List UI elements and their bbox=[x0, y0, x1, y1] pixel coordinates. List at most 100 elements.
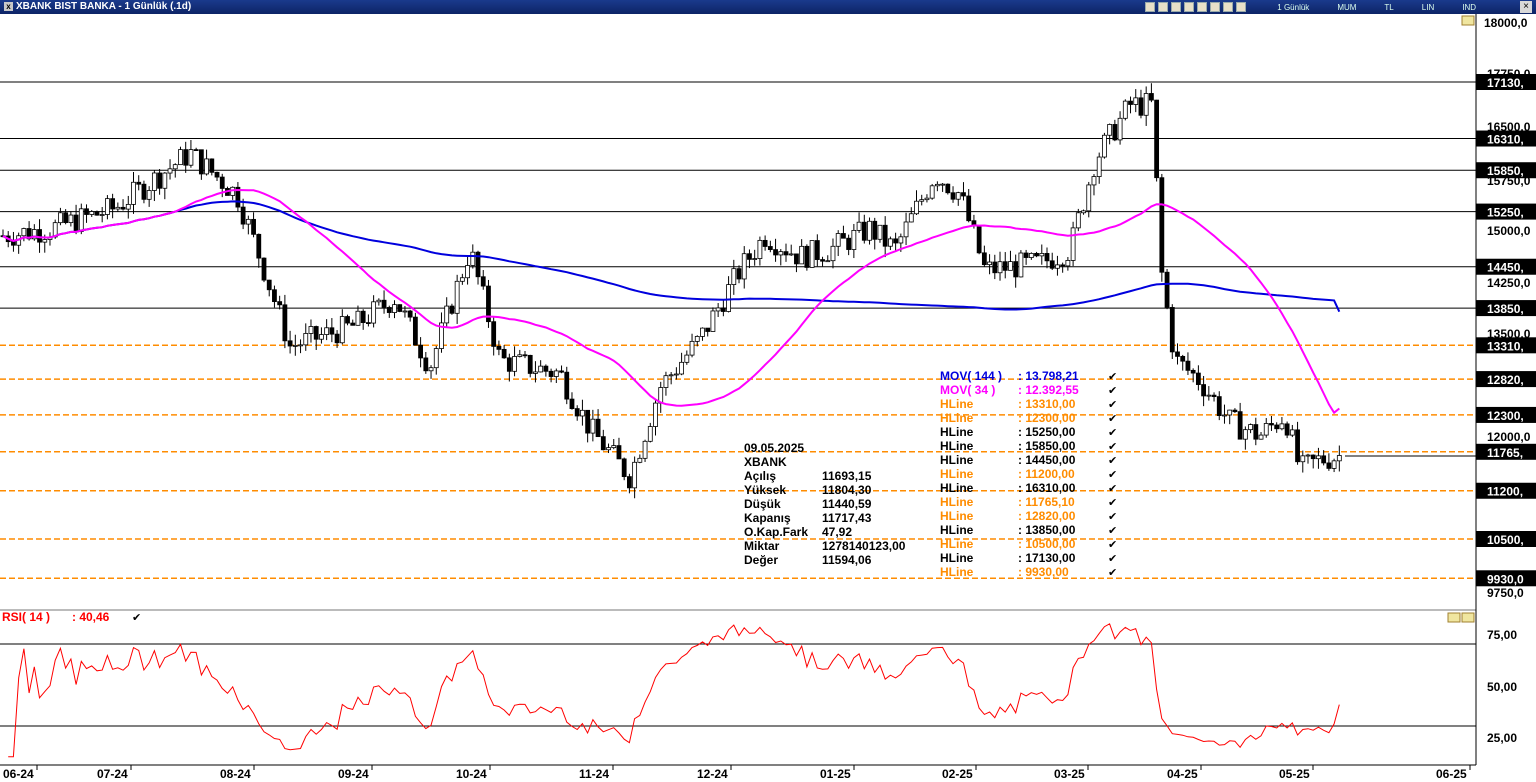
candle-body bbox=[1216, 396, 1222, 416]
candle-body bbox=[329, 327, 335, 335]
candle-body bbox=[861, 221, 867, 241]
check-icon[interactable]: ✔ bbox=[1108, 497, 1117, 509]
candle-body bbox=[527, 354, 533, 374]
candle-body bbox=[773, 249, 778, 256]
rsi-tick: 75,00 bbox=[1487, 628, 1517, 642]
candle-body bbox=[240, 206, 246, 225]
pane-button[interactable] bbox=[1447, 612, 1461, 623]
candle-body bbox=[1008, 261, 1013, 271]
candle-body bbox=[209, 158, 215, 173]
candle-body bbox=[491, 321, 497, 347]
time-tick: 08-24 bbox=[220, 767, 251, 781]
candle-body bbox=[1274, 424, 1280, 430]
candle-body bbox=[1143, 93, 1149, 116]
candle-body bbox=[752, 258, 758, 260]
candle-body bbox=[465, 265, 470, 279]
check-icon[interactable]: ✔ bbox=[1108, 469, 1117, 481]
candle-body bbox=[261, 257, 267, 281]
time-axis[interactable]: 06-24 07-24 08-24 09-24 10-24 11-24 12-24 01-25… bbox=[3, 765, 1471, 781]
candle-body bbox=[345, 316, 350, 324]
price-tick: 12000,0 bbox=[1487, 430, 1531, 444]
candles bbox=[0, 83, 1342, 499]
check-icon[interactable]: ✔ bbox=[1108, 427, 1117, 439]
candle-body bbox=[78, 208, 84, 232]
check-icon[interactable]: ✔ bbox=[1108, 441, 1117, 453]
legend-name: HLine bbox=[940, 565, 974, 579]
candle-body bbox=[1190, 369, 1196, 374]
candle-body bbox=[867, 220, 872, 241]
pane-button[interactable] bbox=[1461, 15, 1475, 26]
price-tick: 14250,0 bbox=[1487, 276, 1531, 290]
candle-body bbox=[653, 402, 658, 427]
price-chart[interactable]: 18000,0 17750,0 16500,0 15750,0 15000,0 … bbox=[0, 0, 1536, 782]
candle-body bbox=[1039, 253, 1045, 257]
candle-body bbox=[1310, 454, 1316, 460]
candle-body bbox=[553, 370, 559, 377]
candle-body bbox=[715, 307, 721, 312]
candle-body bbox=[1164, 271, 1170, 308]
check-icon[interactable]: ✔ bbox=[132, 612, 141, 624]
check-icon[interactable]: ✔ bbox=[1108, 539, 1117, 551]
ohlc-value: 11594,06 bbox=[822, 553, 872, 567]
check-icon[interactable]: ✔ bbox=[1108, 567, 1117, 579]
candle-body bbox=[287, 340, 293, 347]
candle-body bbox=[700, 327, 705, 337]
indicator-legend[interactable]: MOV( 144 ): 13.798,21 ✔ MOV( 34 ): 12.392,… bbox=[940, 369, 1117, 579]
candle-body bbox=[272, 289, 277, 303]
check-icon[interactable]: ✔ bbox=[1108, 455, 1117, 467]
candle-body bbox=[804, 245, 810, 268]
check-icon[interactable]: ✔ bbox=[1108, 413, 1117, 425]
candle-body bbox=[360, 310, 366, 323]
candle-body bbox=[673, 373, 679, 376]
check-icon[interactable]: ✔ bbox=[1108, 553, 1117, 565]
time-tick: 06-24 bbox=[3, 767, 34, 781]
candle-body bbox=[245, 218, 251, 225]
hline-tag: 17130, bbox=[1487, 76, 1524, 90]
candle-body bbox=[783, 251, 789, 256]
ohlc-value: 1278140123,00 bbox=[822, 539, 906, 553]
time-tick: 09-24 bbox=[338, 767, 369, 781]
legend-name: MOV( 34 ) bbox=[940, 383, 995, 397]
check-icon[interactable]: ✔ bbox=[1108, 371, 1117, 383]
candle-body bbox=[433, 348, 439, 369]
time-tick: 07-24 bbox=[97, 767, 128, 781]
legend-value: : 9930,00 bbox=[1018, 565, 1069, 579]
candle-body bbox=[757, 239, 763, 259]
candle-body bbox=[1331, 460, 1337, 469]
candle-body bbox=[888, 238, 893, 247]
time-tick: 01-25 bbox=[820, 767, 851, 781]
check-icon[interactable]: ✔ bbox=[1108, 511, 1117, 523]
time-tick: 05-25 bbox=[1279, 767, 1310, 781]
candle-body bbox=[1336, 455, 1342, 462]
check-icon[interactable]: ✔ bbox=[1108, 399, 1117, 411]
candle-body bbox=[365, 322, 371, 324]
candle-body bbox=[1055, 264, 1060, 269]
candle-body bbox=[877, 224, 883, 240]
check-icon[interactable]: ✔ bbox=[1108, 483, 1117, 495]
candle-body bbox=[736, 268, 742, 280]
ohlc-key: Miktar bbox=[744, 539, 780, 553]
candle-body bbox=[585, 409, 591, 434]
hline-tag: 16310, bbox=[1487, 133, 1524, 147]
legend-value: : 12.392,55 bbox=[1018, 383, 1079, 397]
check-icon[interactable]: ✔ bbox=[1108, 525, 1117, 537]
candle-body bbox=[1117, 117, 1123, 141]
candle-body bbox=[73, 214, 79, 232]
candle-body bbox=[308, 326, 314, 334]
candle-body bbox=[835, 233, 841, 247]
time-tick: 03-25 bbox=[1054, 767, 1085, 781]
candle-body bbox=[146, 190, 152, 200]
candle-body bbox=[517, 354, 523, 357]
candle-body bbox=[1263, 423, 1269, 436]
candle-body bbox=[621, 458, 627, 478]
check-icon[interactable]: ✔ bbox=[1108, 385, 1117, 397]
candle-body bbox=[125, 203, 131, 210]
candle-body bbox=[1279, 423, 1285, 430]
candle-body bbox=[1034, 252, 1039, 257]
hline-tag: 15850, bbox=[1487, 164, 1524, 178]
candle-body bbox=[663, 375, 669, 388]
legend-value: : 12300,00 bbox=[1018, 411, 1076, 425]
legend-name: HLine bbox=[940, 453, 974, 467]
candle-body bbox=[689, 340, 695, 356]
close-icon[interactable] bbox=[1461, 612, 1475, 623]
